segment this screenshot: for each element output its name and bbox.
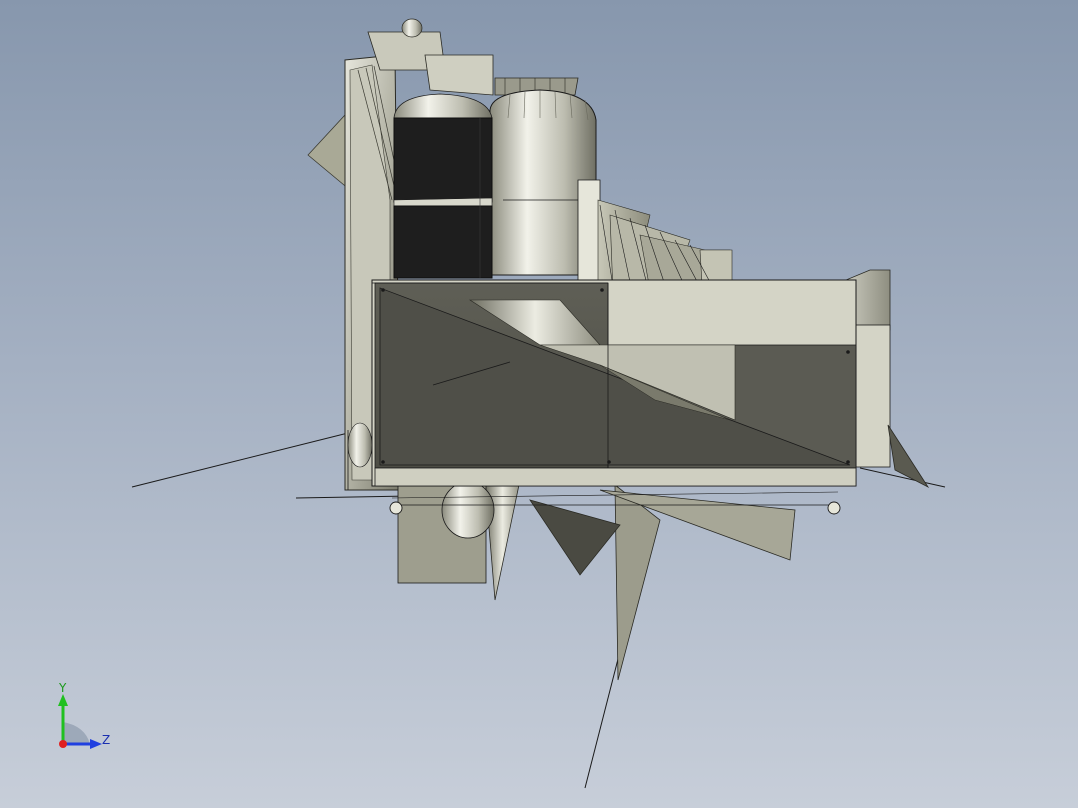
left-roller xyxy=(389,501,403,515)
lower-spike xyxy=(614,484,661,681)
left-side-cylinder xyxy=(347,422,373,468)
top-bracket xyxy=(424,54,494,96)
black-box-lower xyxy=(393,205,493,279)
graphics-viewport[interactable]: Y Z xyxy=(0,0,1078,808)
x-axis-dot xyxy=(59,740,67,748)
y-axis-arrowhead xyxy=(58,694,68,706)
box-cap xyxy=(393,93,493,119)
stray-edge xyxy=(131,431,353,488)
bottom-rail xyxy=(374,467,857,487)
z-axis-arrowhead xyxy=(90,739,102,749)
cad-model[interactable] xyxy=(0,0,1078,808)
view-orientation-triad[interactable]: Y Z xyxy=(40,680,130,760)
left-fin xyxy=(307,114,351,191)
fan-frame xyxy=(577,179,601,281)
right-roller xyxy=(827,501,841,515)
lower-spike xyxy=(529,499,621,576)
z-axis-label: Z xyxy=(102,733,111,747)
y-axis-label: Y xyxy=(59,681,67,695)
lower-dome xyxy=(441,481,495,539)
triad-graphic xyxy=(58,694,102,749)
top-knob xyxy=(401,18,423,38)
right-spike xyxy=(887,424,930,489)
black-box-upper xyxy=(393,117,493,203)
right-end-cap xyxy=(854,324,891,468)
